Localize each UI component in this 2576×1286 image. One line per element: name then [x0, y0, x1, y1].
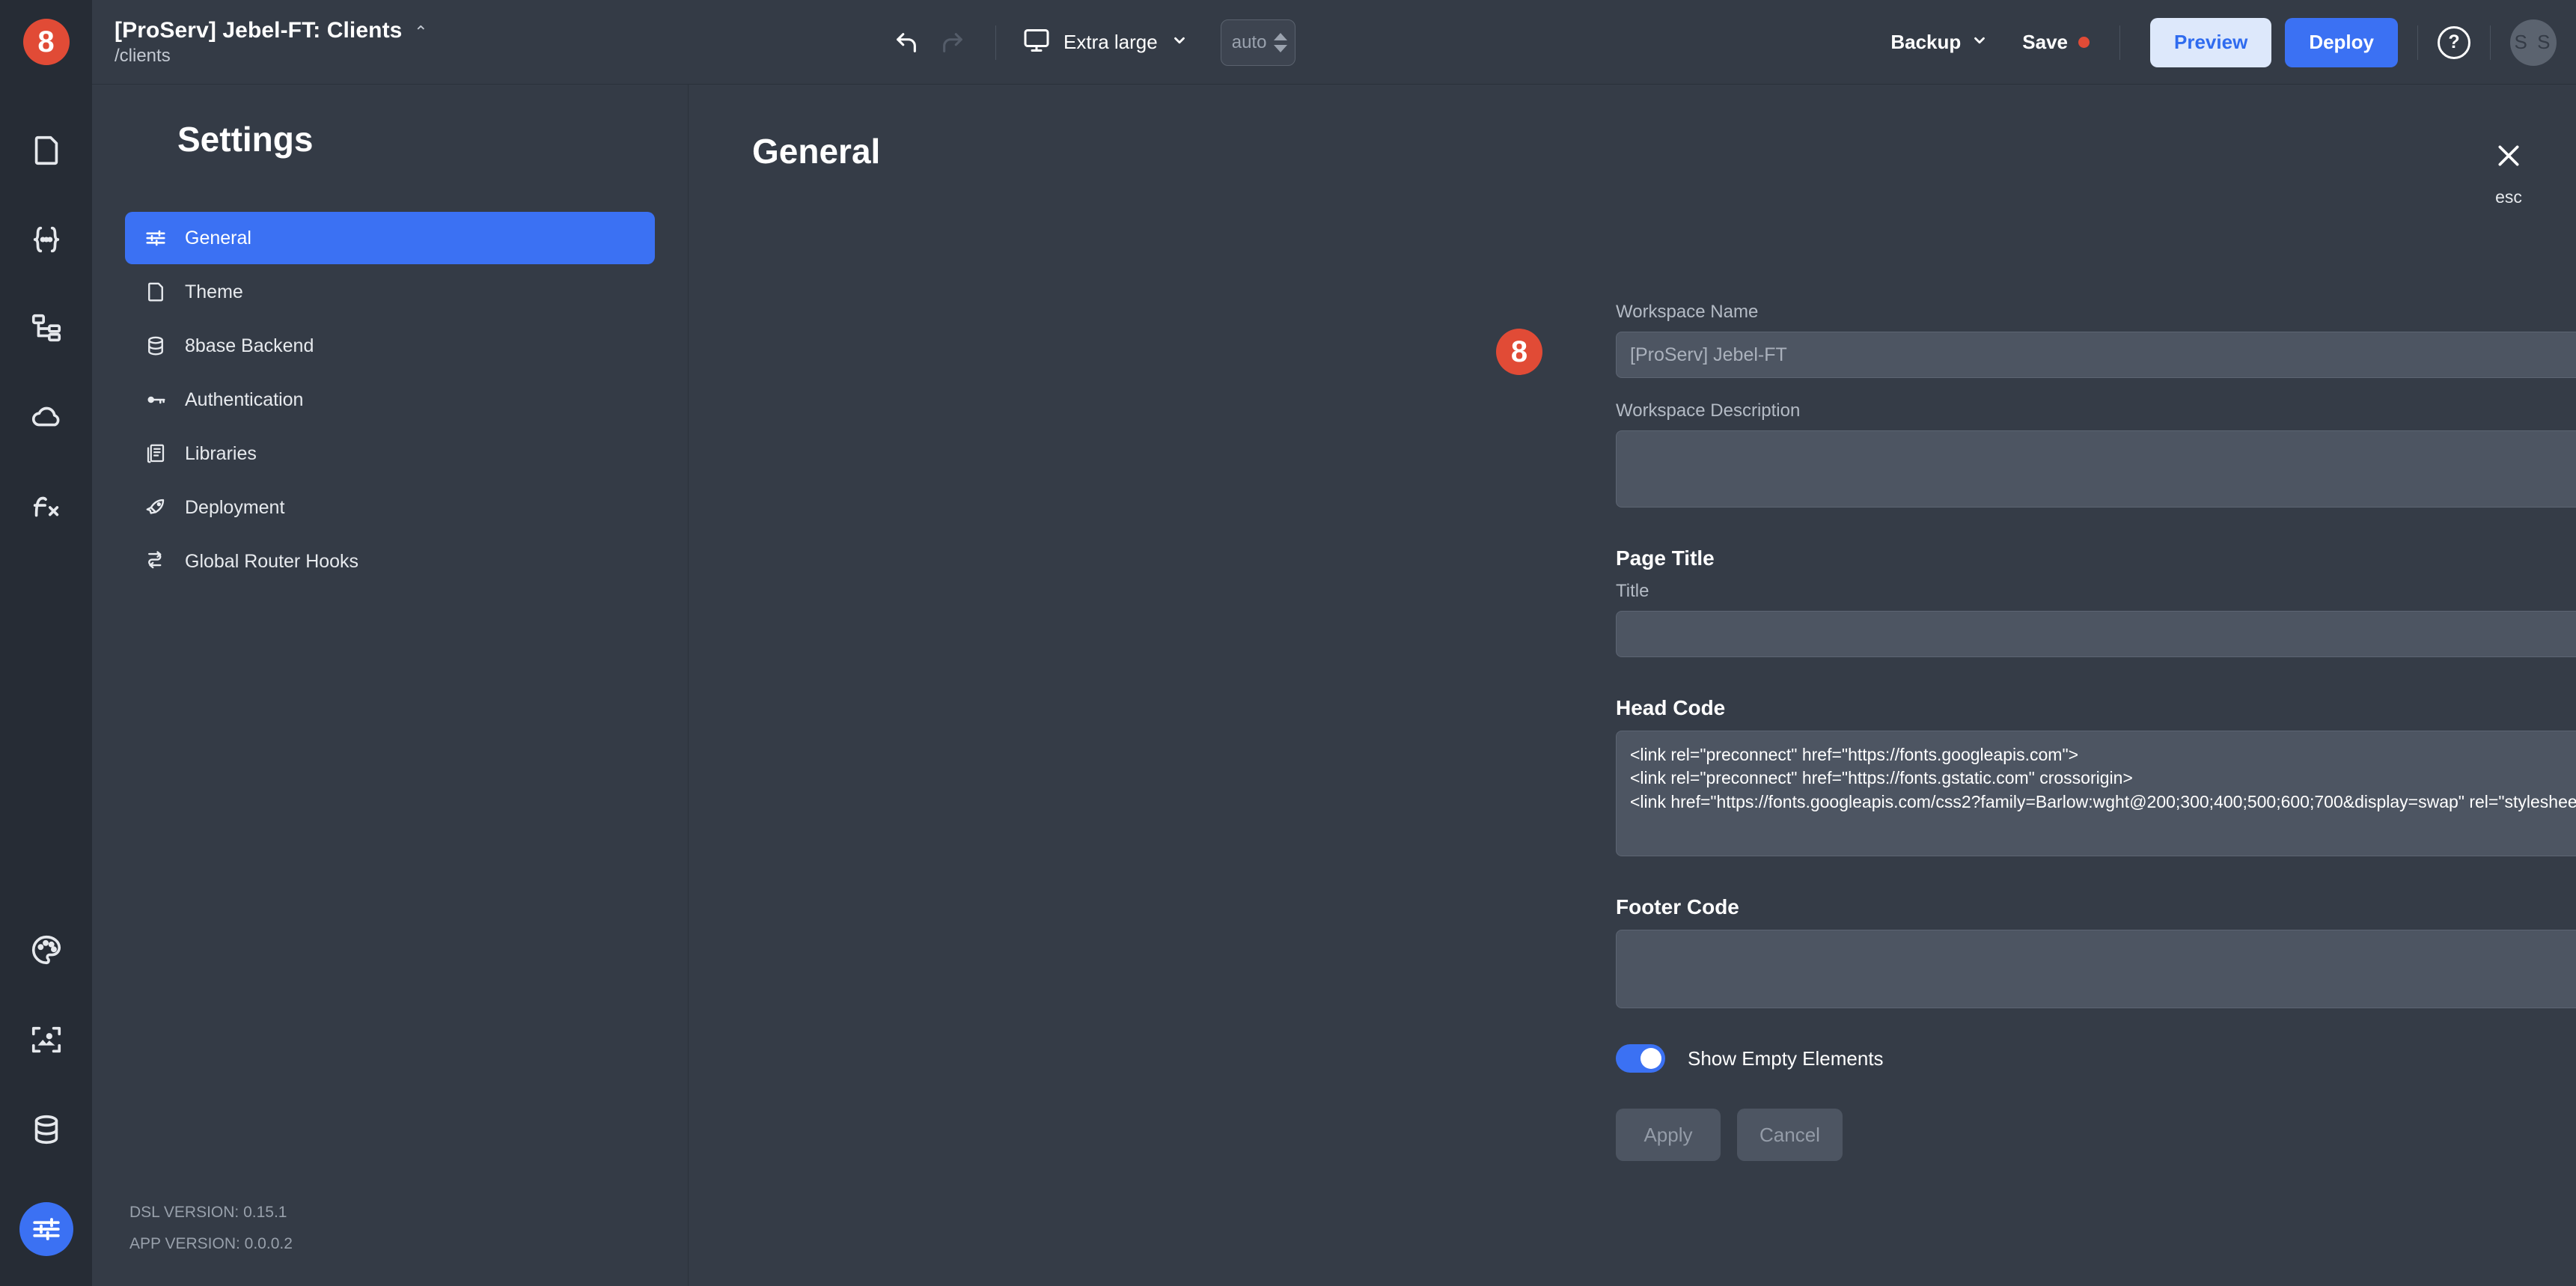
8base-badge-icon: 8 — [1496, 329, 1542, 375]
palette-icon[interactable] — [29, 933, 64, 967]
page-title-section-heading: Page Title — [1616, 546, 2576, 570]
save-label: Save — [2022, 31, 2068, 54]
workspace-description-input[interactable] — [1616, 430, 2576, 508]
settings-menu: General Theme 8base Backend Authenticati — [125, 212, 655, 589]
workspace-description-label: Workspace Description — [1616, 400, 2576, 421]
close-panel-control[interactable]: esc — [2494, 141, 2524, 207]
show-empty-elements-row: Show Empty Elements — [1616, 1044, 2576, 1073]
sidebar-item-label: Theme — [185, 281, 243, 303]
footer-code-input[interactable] — [1616, 930, 2576, 1008]
breadcrumb-path: /clients — [115, 46, 428, 67]
monitor-icon — [1023, 27, 1050, 58]
sitemap-icon[interactable] — [29, 311, 64, 346]
stepper-up-icon[interactable] — [1274, 33, 1287, 40]
router-hooks-icon — [144, 550, 167, 573]
show-empty-elements-toggle[interactable] — [1616, 1044, 1665, 1073]
dsl-version: DSL VERSION: 0.15.1 — [129, 1204, 655, 1222]
divider — [995, 25, 996, 60]
avatar[interactable]: S S — [2510, 19, 2557, 66]
toggle-knob — [1640, 1048, 1661, 1069]
head-code-section-heading: Head Code — [1616, 696, 2576, 720]
settings-heading: Settings — [177, 119, 655, 159]
sliders-settings-icon[interactable] — [19, 1202, 73, 1256]
stepper-arrows[interactable] — [1274, 33, 1287, 52]
cancel-button[interactable]: Cancel — [1737, 1109, 1843, 1161]
app-version: APP VERSION: 0.0.0.2 — [129, 1235, 655, 1253]
main-content: General esc 8 Workspace Name [ProServ] J… — [689, 85, 2576, 1286]
zoom-stepper[interactable]: auto — [1221, 19, 1295, 66]
image-icon[interactable] — [29, 1023, 64, 1057]
sidebar-item-label: 8base Backend — [185, 335, 314, 357]
title-label: Title — [1616, 581, 2576, 602]
sidebar-item-label: Authentication — [185, 389, 303, 411]
key-icon — [144, 388, 167, 411]
show-empty-elements-label: Show Empty Elements — [1688, 1047, 1884, 1070]
divider — [2490, 25, 2491, 60]
title-input[interactable] — [1616, 611, 2576, 657]
top-bar: 8 [ProServ] Jebel-FT: Clients ⌄ /clients — [0, 0, 2576, 85]
8base-logo-icon[interactable]: 8 — [23, 19, 70, 65]
sidebar-item-label: General — [185, 228, 251, 249]
head-code-value: <link rel="preconnect" href="https://fon… — [1630, 743, 2576, 814]
database-icon — [144, 335, 167, 357]
apply-button[interactable]: Apply — [1616, 1109, 1721, 1161]
library-icon — [144, 442, 167, 465]
page-title: [ProServ] Jebel-FT: Clients — [115, 18, 402, 43]
close-icon[interactable] — [2494, 141, 2524, 171]
chevron-down-icon — [1171, 32, 1188, 52]
preview-button[interactable]: Preview — [2150, 18, 2271, 67]
sidebar-item-general[interactable]: General — [125, 212, 655, 264]
top-bar-right-controls: Backup Save Preview Deploy ? S S — [1880, 0, 2557, 85]
backup-label: Backup — [1890, 31, 1961, 54]
undo-button[interactable] — [883, 19, 930, 66]
project-title-block: [ProServ] Jebel-FT: Clients ⌄ /clients — [115, 18, 428, 67]
rocket-icon — [144, 496, 167, 519]
backup-button[interactable]: Backup — [1880, 31, 1998, 54]
sidebar-item-libraries[interactable]: Libraries — [125, 427, 655, 480]
sidebar-item-label: Libraries — [185, 443, 257, 465]
zoom-value: auto — [1232, 32, 1267, 53]
footer-code-section-heading: Footer Code — [1616, 895, 2576, 919]
viewport-size-select[interactable]: Extra large — [1016, 27, 1195, 58]
stepper-down-icon[interactable] — [1274, 45, 1287, 52]
save-button[interactable]: Save — [2012, 31, 2100, 54]
sliders-icon — [144, 227, 167, 249]
chevron-down-icon — [1971, 32, 1988, 52]
sidebar-item-global-router-hooks[interactable]: Global Router Hooks — [125, 535, 655, 588]
settings-panel: Settings General Theme 8base Backend — [92, 85, 689, 1286]
page-icon[interactable] — [29, 133, 64, 168]
top-bar-center-controls: Extra large auto — [883, 0, 1295, 85]
sidebar-item-8base-backend[interactable]: 8base Backend — [125, 320, 655, 372]
deploy-button[interactable]: Deploy — [2285, 18, 2398, 67]
head-code-input[interactable]: <link rel="preconnect" href="https://fon… — [1616, 731, 2576, 856]
esc-label: esc — [2495, 187, 2522, 207]
viewport-size-label: Extra large — [1063, 31, 1158, 54]
unsaved-changes-indicator — [2078, 37, 2090, 48]
divider — [2417, 25, 2418, 60]
version-info: DSL VERSION: 0.15.1 APP VERSION: 0.0.0.2 — [125, 1190, 655, 1253]
sidebar-item-label: Global Router Hooks — [185, 551, 358, 573]
sidebar-item-label: Deployment — [185, 497, 284, 519]
curly-braces-icon[interactable] — [29, 222, 64, 257]
sidebar-item-deployment[interactable]: Deployment — [125, 481, 655, 534]
general-settings-form: 8 Workspace Name [ProServ] Jebel-FT Work… — [1616, 302, 2576, 1161]
sidebar-item-theme[interactable]: Theme — [125, 266, 655, 318]
function-fx-icon[interactable] — [29, 490, 64, 524]
workspace-name-input[interactable]: [ProServ] Jebel-FT — [1616, 332, 2576, 378]
help-icon[interactable]: ? — [2438, 26, 2470, 59]
cloud-icon[interactable] — [29, 400, 64, 435]
chevron-up-icon[interactable]: ⌄ — [414, 22, 427, 39]
form-actions: Apply Cancel — [1616, 1109, 2576, 1161]
content-heading: General — [752, 131, 880, 171]
workspace-name-label: Workspace Name — [1616, 302, 2576, 323]
divider — [2119, 25, 2120, 60]
page-icon — [144, 281, 167, 303]
sidebar-item-authentication[interactable]: Authentication — [125, 374, 655, 426]
app-logo-slot[interactable]: 8 — [0, 0, 92, 85]
database-icon[interactable] — [29, 1112, 64, 1147]
left-icon-rail — [0, 85, 92, 1286]
redo-button[interactable] — [930, 19, 976, 66]
